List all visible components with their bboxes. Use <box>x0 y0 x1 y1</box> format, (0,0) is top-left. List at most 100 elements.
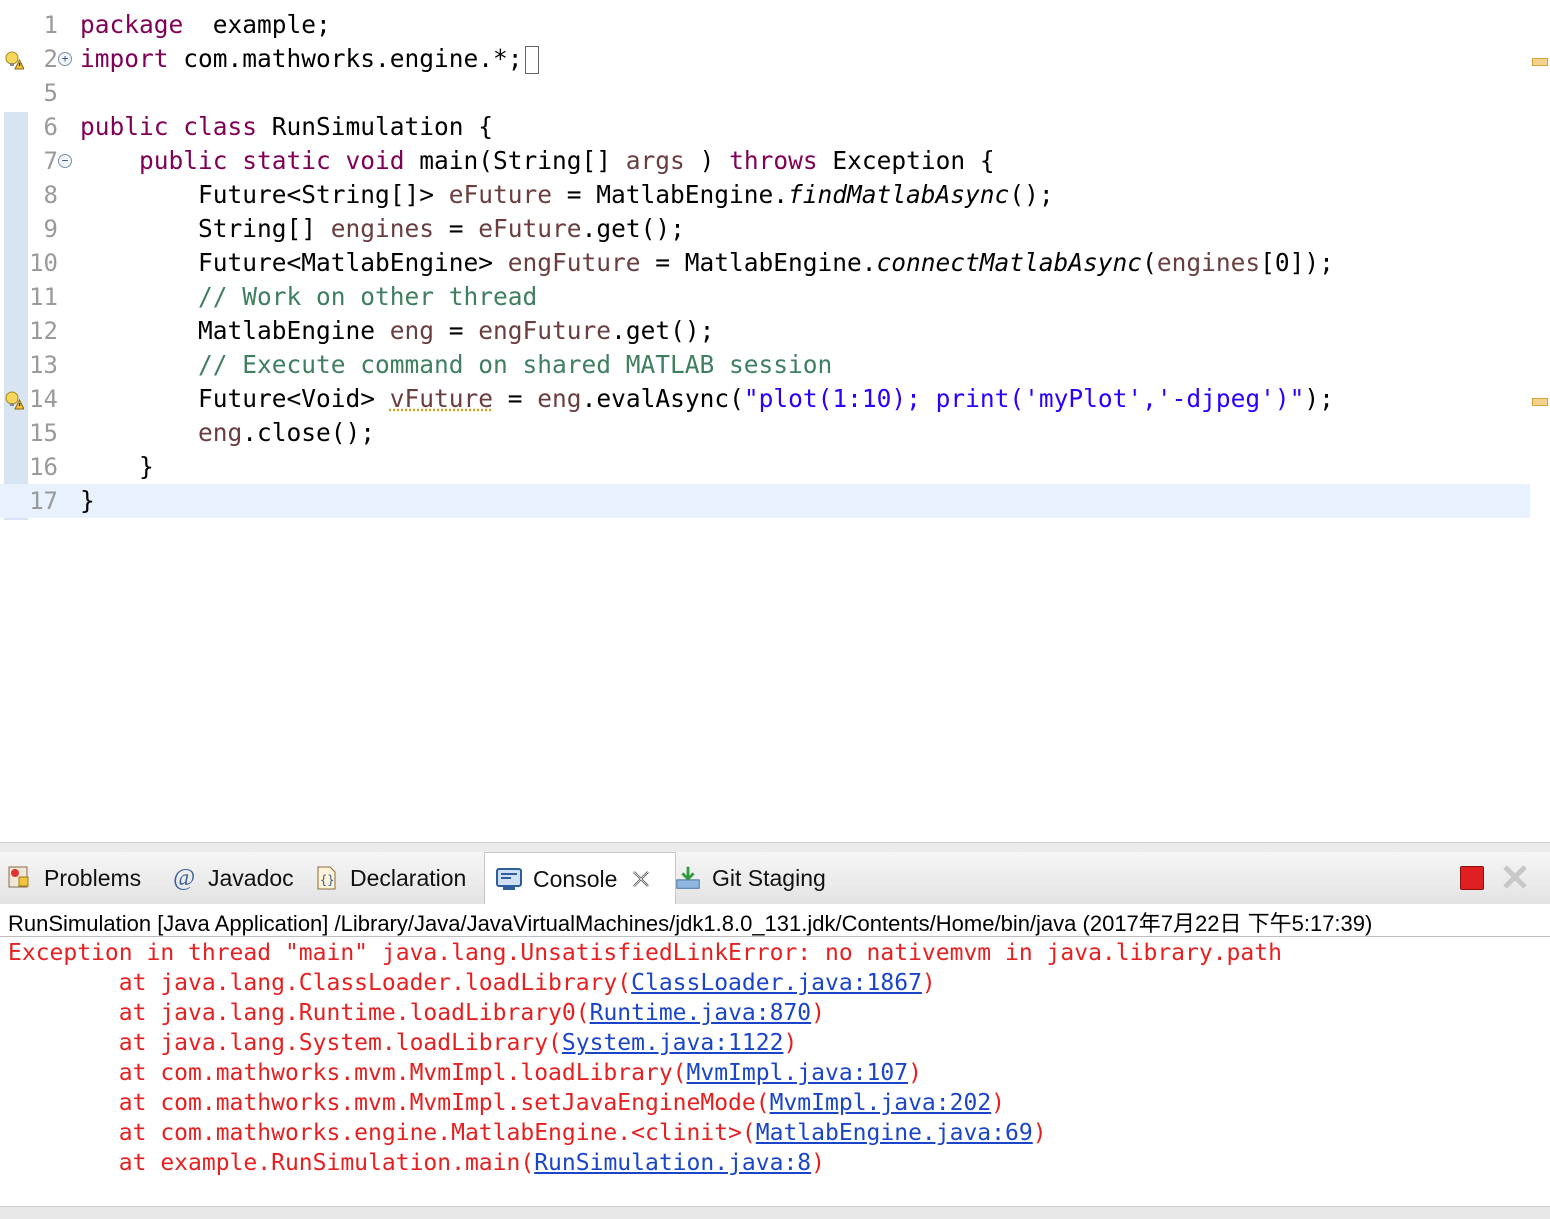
code-text: Future<String[]> eFuture = MatlabEngine.… <box>80 178 1054 212</box>
warning-lightbulb-icon[interactable] <box>4 390 25 410</box>
line-number: 5 <box>43 79 58 107</box>
problems-icon <box>6 864 34 892</box>
code-line[interactable]: 10 Future<MatlabEngine> engFuture = Matl… <box>0 246 1530 280</box>
expand-fold-icon[interactable]: + <box>58 52 72 66</box>
code-line[interactable]: 9 String[] engines = eFuture.get(); <box>0 212 1530 246</box>
stack-frame-text: ) <box>1032 1120 1047 1146</box>
code-editor[interactable]: 1 package example; 2 + import com.mathworks.… <box>0 0 1550 842</box>
code-token: main(String[] <box>404 146 626 175</box>
code-line[interactable]: 16 } <box>0 450 1530 484</box>
code-text: import com.mathworks.engine.*; <box>80 42 539 76</box>
stack-frame-text: at example.RunSimulation.main( <box>8 1150 535 1176</box>
code-token: Future<String[]> <box>80 180 449 209</box>
code-text: eng.close(); <box>80 416 375 450</box>
line-number: 10 <box>29 249 58 277</box>
code-token: public static void <box>139 146 405 175</box>
code-token: [0]); <box>1260 248 1334 277</box>
code-line[interactable]: 12 MatlabEngine eng = engFuture.get(); <box>0 314 1530 348</box>
line-number: 15 <box>29 419 58 447</box>
line-number: 17 <box>29 487 58 515</box>
code-line[interactable]: 15 eng.close(); <box>0 416 1530 450</box>
console-view[interactable]: RunSimulation [Java Application] /Librar… <box>0 904 1550 1218</box>
code-line[interactable]: 6 public class RunSimulation { <box>0 110 1530 144</box>
tab-console[interactable]: Console <box>484 852 676 905</box>
source-link[interactable]: MatlabEngine.java:69 <box>756 1120 1033 1146</box>
stack-frame-text: ) <box>921 970 936 996</box>
tab-label: Console <box>533 865 618 892</box>
stack-trace-line: at com.mathworks.mvm.MvmImpl.loadLibrary… <box>8 1058 922 1088</box>
code-line[interactable]: 5 <box>0 76 1530 110</box>
code-token: .evalAsync( <box>581 384 744 413</box>
code-token: Exception { <box>817 146 995 175</box>
code-token: eng <box>537 384 582 413</box>
line-number: 9 <box>43 215 58 243</box>
code-token: = <box>434 214 479 243</box>
code-text: package example; <box>80 8 331 42</box>
code-line[interactable]: 17} <box>0 484 1530 518</box>
code-line[interactable]: 7− public static void main(String[] args… <box>0 144 1530 178</box>
stack-frame-text: ) <box>811 1150 826 1176</box>
code-token: .get(); <box>581 214 685 243</box>
code-text: Future<Void> vFuture = eng.evalAsync("pl… <box>80 382 1334 416</box>
code-line[interactable]: 2 + import com.mathworks.engine.*; <box>0 42 1530 76</box>
code-line[interactable]: 13 // Execute command on shared MATLAB s… <box>0 348 1530 382</box>
stack-frame-text: ) <box>811 1000 826 1026</box>
code-token: Future<MatlabEngine> <box>80 248 508 277</box>
status-bar <box>0 1206 1550 1219</box>
tab-label: Problems <box>44 864 142 891</box>
code-token: com.mathworks.engine.*; <box>168 44 523 73</box>
code-line[interactable]: 1 package example; <box>0 8 1530 42</box>
code-token: .get(); <box>611 316 715 345</box>
folded-imports-marker[interactable] <box>524 46 539 74</box>
overview-warning-marker[interactable] <box>1532 398 1548 406</box>
code-token: "plot(1:10); print('myPlot','-djpeg')" <box>743 384 1305 413</box>
git-staging-icon <box>674 864 702 892</box>
code-token: // Execute command on shared MATLAB sess… <box>198 350 833 379</box>
code-token: engFuture <box>478 316 612 345</box>
collapse-fold-icon[interactable]: − <box>58 154 72 168</box>
code-token: } <box>80 486 95 515</box>
stack-frame-text: ) <box>783 1030 798 1056</box>
source-link[interactable]: MvmImpl.java:202 <box>770 1090 992 1116</box>
source-link[interactable]: System.java:1122 <box>562 1030 784 1056</box>
code-line[interactable]: 8 Future<String[]> eFuture = MatlabEngin… <box>0 178 1530 212</box>
console-launch-header: RunSimulation [Java Application] /Librar… <box>8 911 1373 936</box>
source-link[interactable]: MvmImpl.java:107 <box>687 1060 909 1086</box>
code-token: vFuture <box>389 384 494 413</box>
code-token: // Work on other thread <box>198 282 538 311</box>
tab-declaration[interactable]: {} Declaration <box>312 852 466 904</box>
code-token: } <box>80 452 154 481</box>
tab-git-staging[interactable]: Git Staging <box>674 852 826 904</box>
terminate-icon[interactable] <box>1460 866 1484 890</box>
stack-frame-text: ) <box>991 1090 1006 1116</box>
warning-lightbulb-icon[interactable] <box>4 50 25 70</box>
divider <box>0 936 1550 937</box>
code-token: findMatlabAsync <box>788 180 1010 209</box>
close-icon[interactable] <box>627 865 655 893</box>
line-number: 12 <box>29 317 58 345</box>
code-text: Future<MatlabEngine> engFuture = MatlabE… <box>80 246 1334 280</box>
code-token: String[] <box>80 214 331 243</box>
code-token: = <box>434 316 479 345</box>
line-number: 6 <box>43 113 58 141</box>
code-token: eFuture <box>478 214 582 243</box>
console-icon <box>495 865 523 893</box>
code-line[interactable]: 14 Future<Void> vFuture = eng.evalAsync(… <box>0 382 1530 416</box>
tab-problems[interactable]: Problems <box>6 852 141 904</box>
code-token: args <box>625 146 685 175</box>
code-token: = MatlabEngine. <box>552 180 789 209</box>
code-token: = MatlabEngine. <box>640 248 877 277</box>
source-link[interactable]: RunSimulation.java:8 <box>534 1150 811 1176</box>
stack-frame-text: at com.mathworks.mvm.MvmImpl.loadLibrary… <box>8 1060 687 1086</box>
code-token: example; <box>183 10 331 39</box>
code-token: connectMatlabAsync <box>876 248 1143 277</box>
code-text: } <box>80 484 95 518</box>
source-link[interactable]: ClassLoader.java:1867 <box>631 970 922 996</box>
remove-launch-icon[interactable] <box>1500 862 1530 896</box>
code-line[interactable]: 11 // Work on other thread <box>0 280 1530 314</box>
overview-warning-marker[interactable] <box>1532 58 1548 66</box>
code-token: (); <box>1009 180 1054 209</box>
tab-javadoc[interactable]: @ Javadoc <box>170 852 294 904</box>
source-link[interactable]: Runtime.java:870 <box>590 1000 812 1026</box>
code-token: public class <box>80 112 258 141</box>
